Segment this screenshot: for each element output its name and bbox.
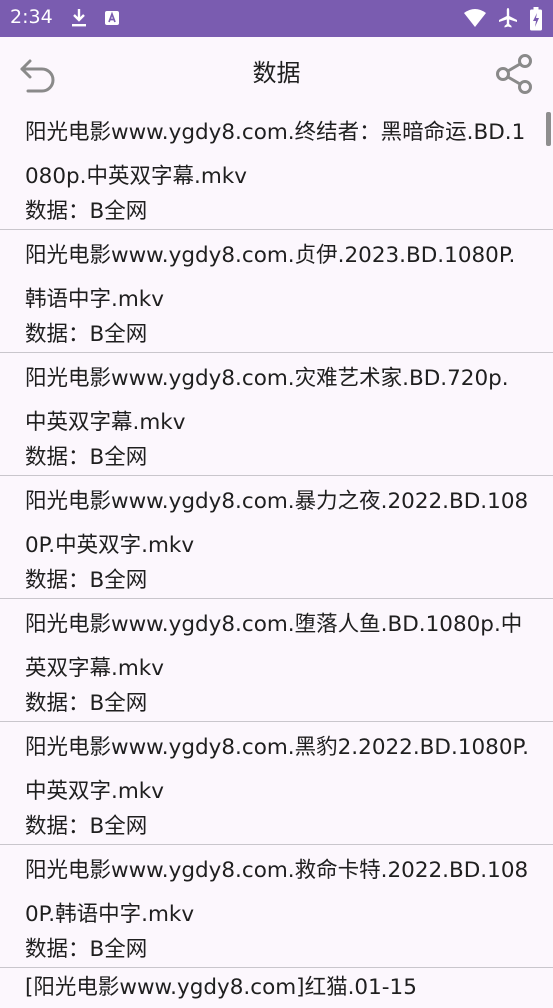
list-item[interactable]: 阳光电影www.ygdy8.com.贞伊.2023.BD.1080P.韩语中字.… <box>0 230 553 353</box>
item-meta: 数据：B全网 <box>25 689 147 719</box>
file-name: 阳光电影www.ygdy8.com.黑豹2.2022.BD.1080P.中英双字… <box>25 735 529 804</box>
data-list: 阳光电影www.ygdy8.com.终结者：黑暗命运.BD.1080p.中英双字… <box>0 107 553 1008</box>
share-icon[interactable] <box>495 53 535 95</box>
file-name: 阳光电影www.ygdy8.com.堕落人鱼.BD.1080p.中英双字幕.mk… <box>25 612 523 681</box>
item-meta: 数据：B全网 <box>25 812 147 842</box>
status-time: 2:34 <box>10 6 53 28</box>
file-name: 阳光电影www.ygdy8.com.灾难艺术家.BD.720p.中英双字幕.mk… <box>25 366 509 435</box>
meta-label: 数据： <box>25 445 90 470</box>
wifi-icon <box>464 9 486 27</box>
item-meta: 数据：B全网 <box>25 935 147 965</box>
status-bar: 2:34 <box>0 0 553 37</box>
list-item-partial[interactable]: [阳光电影www.ygdy8.com]红猫.01-15 <box>0 968 553 1008</box>
source-value: B全网 <box>89 322 148 347</box>
meta-label: 数据： <box>25 199 90 224</box>
scrollbar[interactable] <box>546 112 551 146</box>
list-item[interactable]: 阳光电影www.ygdy8.com.救命卡特.2022.BD.1080P.韩语中… <box>0 845 553 968</box>
item-meta: 数据：B全网 <box>25 320 147 350</box>
list-item[interactable]: 阳光电影www.ygdy8.com.灾难艺术家.BD.720p.中英双字幕.mk… <box>0 353 553 476</box>
file-name: [阳光电影www.ygdy8.com]红猫.01-15 <box>25 975 417 1000</box>
source-value: B全网 <box>89 445 148 470</box>
airplane-mode-icon <box>499 8 517 28</box>
file-name: 阳光电影www.ygdy8.com.终结者：黑暗命运.BD.1080p.中英双字… <box>25 120 526 189</box>
page-title: 数据 <box>252 59 301 87</box>
file-name: 阳光电影www.ygdy8.com.救命卡特.2022.BD.1080P.韩语中… <box>25 858 529 927</box>
download-icon <box>72 9 86 27</box>
item-meta: 数据：B全网 <box>25 443 147 473</box>
item-meta: 数据：B全网 <box>25 566 147 596</box>
file-name: 阳光电影www.ygdy8.com.贞伊.2023.BD.1080P.韩语中字.… <box>25 243 516 312</box>
source-value: B全网 <box>89 691 148 716</box>
app-bar: 数据 <box>0 37 553 107</box>
meta-label: 数据： <box>25 322 90 347</box>
meta-label: 数据： <box>25 691 90 716</box>
app-notification-icon <box>105 11 119 25</box>
source-value: B全网 <box>89 814 148 839</box>
list-item[interactable]: 阳光电影www.ygdy8.com.终结者：黑暗命运.BD.1080p.中英双字… <box>0 107 553 230</box>
meta-label: 数据： <box>25 814 90 839</box>
list-item[interactable]: 阳光电影www.ygdy8.com.暴力之夜.2022.BD.1080P.中英双… <box>0 476 553 599</box>
list-item[interactable]: 阳光电影www.ygdy8.com.堕落人鱼.BD.1080p.中英双字幕.mk… <box>0 599 553 722</box>
meta-label: 数据： <box>25 568 90 593</box>
item-meta: 数据：B全网 <box>25 197 147 227</box>
meta-label: 数据： <box>25 937 90 962</box>
source-value: B全网 <box>89 568 148 593</box>
list-item[interactable]: 阳光电影www.ygdy8.com.黑豹2.2022.BD.1080P.中英双字… <box>0 722 553 845</box>
source-value: B全网 <box>89 199 148 224</box>
file-name: 阳光电影www.ygdy8.com.暴力之夜.2022.BD.1080P.中英双… <box>25 489 529 558</box>
source-value: B全网 <box>89 937 148 962</box>
battery-charging-icon <box>530 7 542 31</box>
